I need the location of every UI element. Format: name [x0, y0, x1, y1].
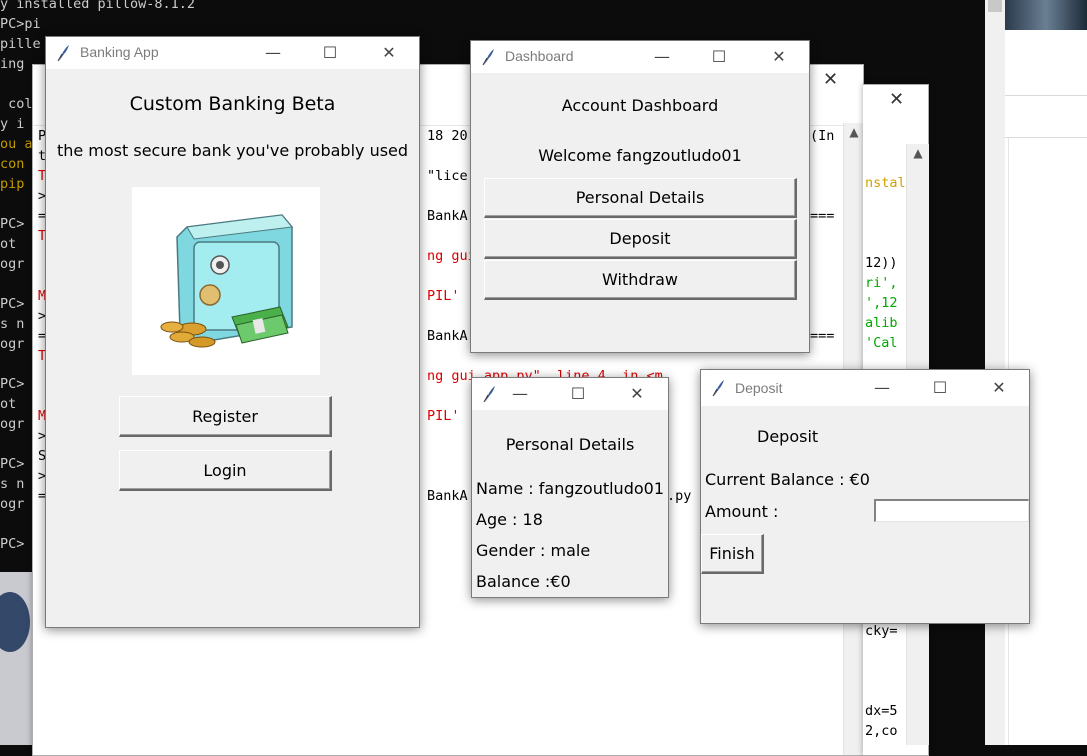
- window-title: Dashboard: [505, 48, 574, 64]
- welcome-text: Welcome fangzoutludo01: [538, 146, 742, 165]
- background-thumbnail: [1005, 0, 1087, 30]
- deposit-heading: Deposit: [757, 427, 819, 446]
- terminal-line: ot: [0, 396, 17, 412]
- personal-details-button[interactable]: Personal Details: [484, 178, 797, 218]
- desktop-wallpaper: [0, 572, 32, 745]
- close-icon[interactable]: ✕: [823, 69, 838, 90]
- feather-icon: [483, 386, 495, 403]
- close-icon[interactable]: ✕: [366, 41, 412, 65]
- amount-input[interactable]: [874, 499, 1029, 522]
- maximize-icon[interactable]: ☐: [696, 45, 742, 69]
- code-line: dx=5: [865, 703, 898, 719]
- finish-button[interactable]: Finish: [701, 534, 764, 574]
- terminal-line: s n: [0, 316, 25, 332]
- terminal-line: PC>: [0, 296, 25, 312]
- name-value: Name : fangzoutludo01: [476, 479, 664, 498]
- code-line: ===: [810, 208, 835, 224]
- minimize-icon[interactable]: —: [859, 376, 905, 400]
- terminal-line: ou a: [0, 136, 33, 152]
- terminal-line: PC>: [0, 536, 25, 552]
- title-bar[interactable]: — ☐ ✕: [472, 378, 668, 410]
- safe-logo-image: [132, 187, 320, 375]
- code-line: 2,co: [865, 723, 898, 739]
- terminal-line: ing: [0, 56, 25, 72]
- minimize-icon[interactable]: —: [497, 382, 543, 406]
- scroll-thumb[interactable]: [988, 0, 1002, 12]
- register-button[interactable]: Register: [119, 396, 332, 437]
- terminal-line: PC>pi: [0, 16, 41, 32]
- terminal-line: ogr: [0, 256, 25, 272]
- window-title: Deposit: [735, 380, 783, 396]
- terminal-line: col: [0, 96, 33, 112]
- feather-icon: [712, 380, 724, 397]
- divider: [1005, 137, 1087, 138]
- dashboard-heading: Account Dashboard: [561, 96, 719, 115]
- terminal-line: PC>: [0, 456, 25, 472]
- terminal-line: pip: [0, 176, 25, 192]
- code-line: ===: [810, 328, 835, 344]
- terminal-line: pille: [0, 36, 41, 52]
- current-balance: Current Balance : €0: [705, 470, 870, 489]
- dashboard-window[interactable]: Dashboard — ☐ ✕ Account Dashboard Welcom…: [470, 40, 810, 353]
- terminal-line: ogr: [0, 416, 25, 432]
- minimize-icon[interactable]: —: [250, 41, 296, 65]
- close-icon[interactable]: ✕: [614, 382, 660, 406]
- maximize-icon[interactable]: ☐: [555, 382, 601, 406]
- terminal-line: PC>: [0, 216, 25, 232]
- amount-label: Amount :: [705, 502, 779, 521]
- close-icon[interactable]: ✕: [756, 45, 802, 69]
- title-bar[interactable]: Deposit — ☐ ✕: [701, 370, 1029, 406]
- minimize-icon[interactable]: —: [639, 45, 685, 69]
- personal-heading: Personal Details: [505, 435, 635, 454]
- deposit-window[interactable]: Deposit — ☐ ✕ Deposit Current Balance : …: [700, 369, 1030, 624]
- feather-icon: [482, 49, 494, 66]
- app-tagline: the most secure bank you've probably use…: [56, 141, 409, 160]
- scroll-up-icon[interactable]: ▲: [907, 144, 929, 162]
- feather-icon: [57, 45, 69, 62]
- balance-value: Balance :€0: [476, 572, 571, 591]
- terminal-line: ogr: [0, 496, 25, 512]
- terminal-line: PC>: [0, 376, 25, 392]
- maximize-icon[interactable]: ☐: [307, 41, 353, 65]
- age-value: Age : 18: [476, 510, 543, 529]
- personal-details-window[interactable]: — ☐ ✕ Personal Details Name : fangzoutlu…: [471, 377, 669, 598]
- terminal-line: ot: [0, 236, 17, 252]
- withdraw-button[interactable]: Withdraw: [484, 260, 797, 300]
- scroll-up-icon[interactable]: ▲: [844, 123, 864, 141]
- code-line: cky=: [865, 623, 898, 639]
- banking-app-window[interactable]: Banking App — ☐ ✕ Custom Banking Beta th…: [45, 36, 420, 628]
- maximize-icon[interactable]: ☐: [917, 376, 963, 400]
- gender-value: Gender : male: [476, 541, 591, 560]
- divider: [1005, 95, 1087, 96]
- close-icon[interactable]: ✕: [889, 89, 904, 110]
- safe-icon: [160, 214, 293, 348]
- terminal-line: y installed pillow-8.1.2: [0, 0, 196, 12]
- title-bar[interactable]: Banking App — ☐ ✕: [46, 37, 419, 69]
- window-title: Banking App: [80, 44, 159, 60]
- terminal-line: s n: [0, 476, 25, 492]
- terminal-line: ogr: [0, 336, 25, 352]
- login-button[interactable]: Login: [119, 450, 332, 491]
- terminal-line: y i: [0, 116, 25, 132]
- deposit-button[interactable]: Deposit: [484, 219, 797, 259]
- app-heading: Custom Banking Beta: [129, 93, 336, 115]
- close-icon[interactable]: ✕: [976, 376, 1022, 400]
- title-bar[interactable]: Dashboard — ☐ ✕: [471, 41, 809, 73]
- code-line: (In: [810, 128, 835, 144]
- code-text: .py: [667, 488, 692, 504]
- terminal-line: con: [0, 156, 25, 172]
